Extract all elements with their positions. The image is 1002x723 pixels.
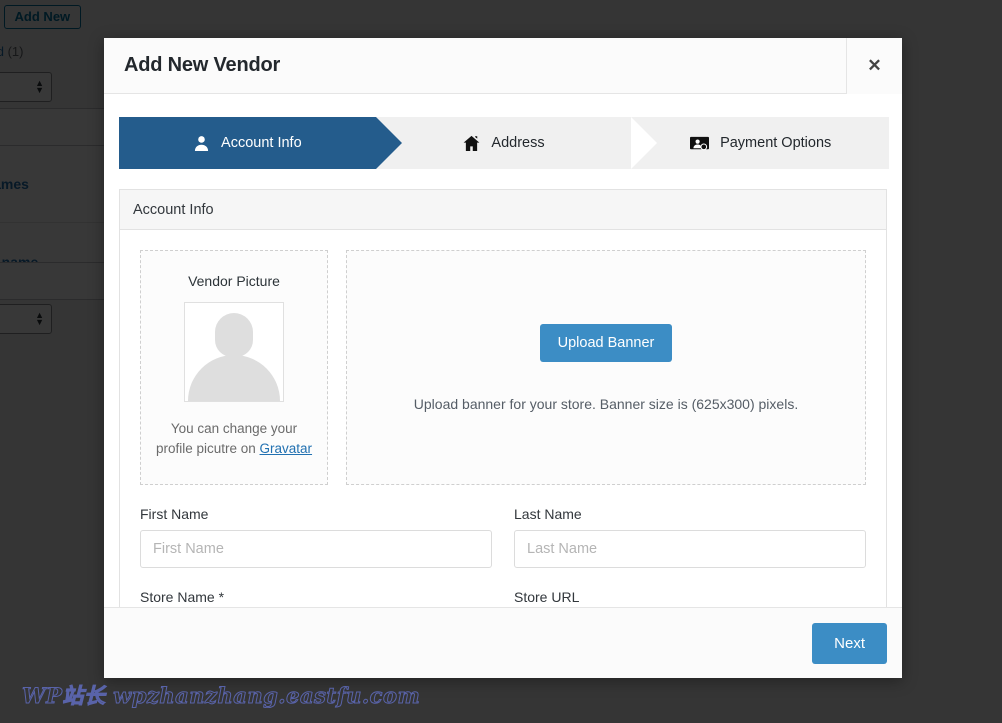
panel-body: Vendor Picture You can change your profi…	[120, 230, 886, 607]
modal-title: Add New Vendor	[124, 54, 281, 76]
first-name-field-group: First Name	[140, 506, 492, 568]
vendor-avatar-preview	[184, 302, 284, 402]
vendor-picture-box: Vendor Picture You can change your profi…	[140, 250, 328, 485]
store-url-label: Store URL	[514, 589, 580, 605]
banner-upload-box: Upload Banner Upload banner for your sto…	[346, 250, 866, 485]
vendor-picture-note: You can change your profile picutre on G…	[154, 419, 314, 458]
next-button[interactable]: Next	[812, 622, 887, 664]
tab-address[interactable]: Address	[374, 117, 633, 169]
tab-payment-options-label: Payment Options	[720, 135, 832, 151]
store-fields-row: Store Name * Store URL	[140, 589, 866, 607]
tab-account-info-label: Account Info	[221, 135, 302, 151]
panel-heading: Account Info	[120, 190, 886, 230]
account-info-panel: Account Info Vendor Picture You can chan…	[119, 189, 887, 607]
first-name-input[interactable]	[140, 530, 492, 568]
tab-payment-options[interactable]: Payment Options	[631, 117, 889, 169]
store-name-label: Store Name *	[140, 589, 225, 605]
home-icon	[463, 135, 480, 152]
tab-address-label: Address	[491, 135, 545, 151]
close-icon[interactable]: ✕	[846, 37, 902, 94]
step-tabs: Account Info Address Payment Options	[119, 117, 889, 169]
modal-footer: Next	[104, 607, 902, 678]
tab-account-info[interactable]: Account Info	[119, 117, 402, 169]
name-fields-row: First Name Last Name	[140, 506, 866, 568]
modal-body: Account Info Address Payment Options Acc…	[104, 94, 902, 607]
banner-hint-text: Upload banner for your store. Banner siz…	[413, 395, 799, 412]
first-name-label: First Name	[140, 506, 209, 522]
media-upload-row: Vendor Picture You can change your profi…	[140, 250, 866, 485]
store-url-field-group: Store URL	[514, 589, 866, 607]
user-icon	[193, 135, 210, 152]
vendor-picture-note-line1: You can change your	[170, 421, 298, 436]
store-name-field-group: Store Name *	[140, 589, 492, 607]
upload-banner-button[interactable]: Upload Banner	[539, 323, 673, 362]
watermark: WP站长 wpzhanzhang.eastfu.com	[21, 683, 421, 709]
last-name-label: Last Name	[514, 506, 582, 522]
add-new-vendor-modal: Add New Vendor ✕ Account Info Address Pa…	[104, 37, 902, 678]
payment-card-icon	[690, 135, 710, 152]
vendor-picture-title: Vendor Picture	[188, 273, 280, 289]
last-name-field-group: Last Name	[514, 506, 866, 568]
modal-header: Add New Vendor ✕	[104, 37, 902, 94]
last-name-input[interactable]	[514, 530, 866, 568]
gravatar-link[interactable]: Gravatar	[260, 441, 313, 456]
vendor-picture-note-line2: profile picutre on	[155, 440, 256, 456]
